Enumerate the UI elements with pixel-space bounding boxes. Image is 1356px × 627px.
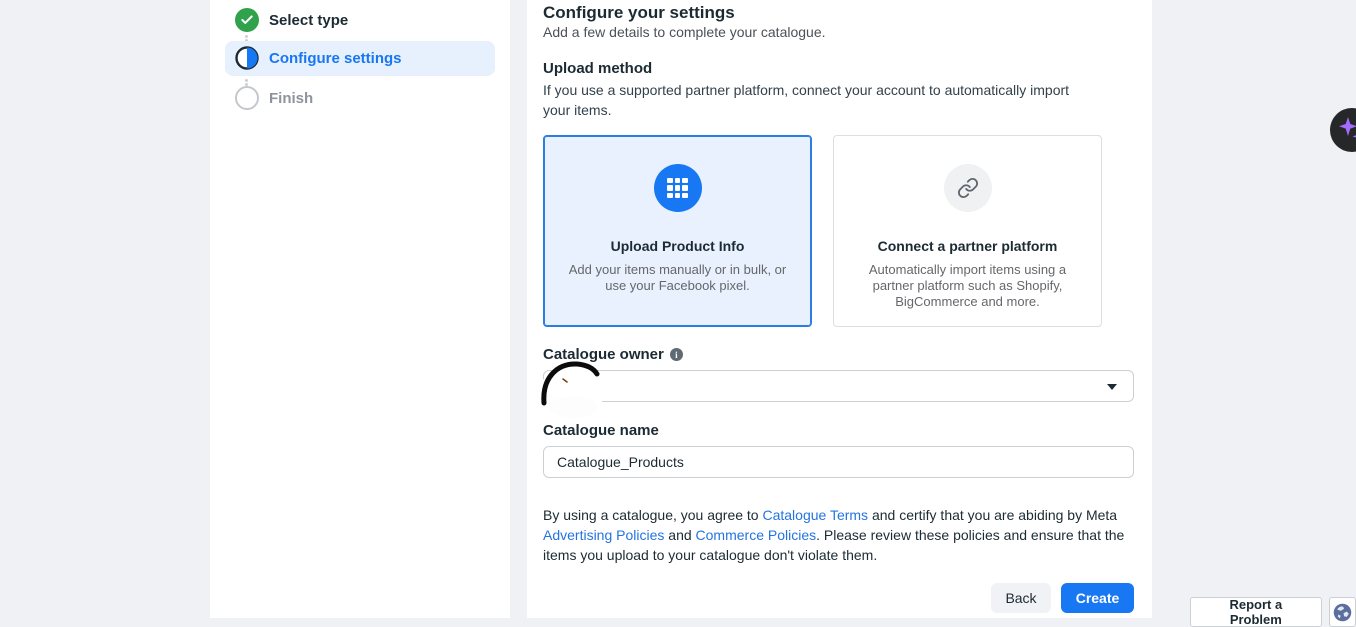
step-label: Finish	[269, 90, 313, 107]
grid-icon	[654, 164, 702, 212]
card-description: Add your items manually or in bulk, or u…	[563, 262, 793, 294]
commerce-policies-link[interactable]: Commerce Policies	[696, 527, 817, 543]
language-button[interactable]	[1329, 597, 1356, 627]
step-configure-settings[interactable]: Configure settings	[235, 46, 402, 70]
upload-product-info-card[interactable]: Upload Product Info Add your items manua…	[543, 135, 812, 327]
globe-icon	[1333, 603, 1352, 622]
meta-ai-button[interactable]	[1330, 108, 1356, 152]
sparkles-icon	[1335, 113, 1356, 147]
step-finish: Finish	[235, 86, 313, 110]
advertising-policies-link[interactable]: Advertising Policies	[543, 527, 664, 543]
card-title: Connect a partner platform	[834, 238, 1101, 254]
catalogue-terms-link[interactable]: Catalogue Terms	[762, 507, 868, 523]
create-catalogue-page: { "stepper": { "steps": [ { "label": "Se…	[0, 0, 1356, 622]
upload-method-description: If you use a supported partner platform,…	[543, 80, 1098, 120]
report-a-problem-button[interactable]: Report a Problem	[1190, 597, 1322, 627]
step-label: Configure settings	[269, 50, 402, 67]
connect-partner-platform-card[interactable]: Connect a partner platform Automatically…	[833, 135, 1102, 327]
catalogue-owner-select[interactable]	[543, 370, 1134, 402]
wizard-steps-panel: Select type Configure settings Finish	[210, 0, 510, 618]
terms-text: By using a catalogue, you agree to Catal…	[543, 505, 1131, 565]
check-icon	[235, 8, 259, 32]
page-subtitle: Add a few details to complete your catal…	[543, 24, 826, 40]
upload-method-label: Upload method	[543, 60, 652, 77]
info-icon[interactable]: i	[670, 348, 683, 361]
catalogue-name-input[interactable]	[543, 446, 1134, 478]
page-title: Configure your settings	[543, 3, 735, 23]
card-title: Upload Product Info	[544, 238, 811, 254]
catalogue-name-label: Catalogue name	[543, 422, 659, 439]
card-description: Automatically import items using a partn…	[853, 262, 1083, 310]
chevron-down-icon	[1107, 384, 1117, 390]
empty-step-icon	[235, 86, 259, 110]
wizard-actions: Back Create	[991, 583, 1134, 613]
back-button[interactable]: Back	[991, 583, 1051, 613]
link-icon	[944, 164, 992, 212]
create-button[interactable]: Create	[1061, 583, 1134, 613]
step-select-type[interactable]: Select type	[235, 8, 348, 32]
catalogue-owner-label: Catalogue owner i	[543, 346, 683, 363]
step-connector-dot	[245, 35, 248, 38]
step-connector-dot	[245, 79, 248, 82]
step-label: Select type	[269, 12, 348, 29]
half-progress-icon	[235, 46, 259, 70]
footer-utilities: Report a Problem	[1190, 597, 1356, 627]
configure-settings-panel: Configure your settings Add a few detail…	[527, 0, 1152, 618]
